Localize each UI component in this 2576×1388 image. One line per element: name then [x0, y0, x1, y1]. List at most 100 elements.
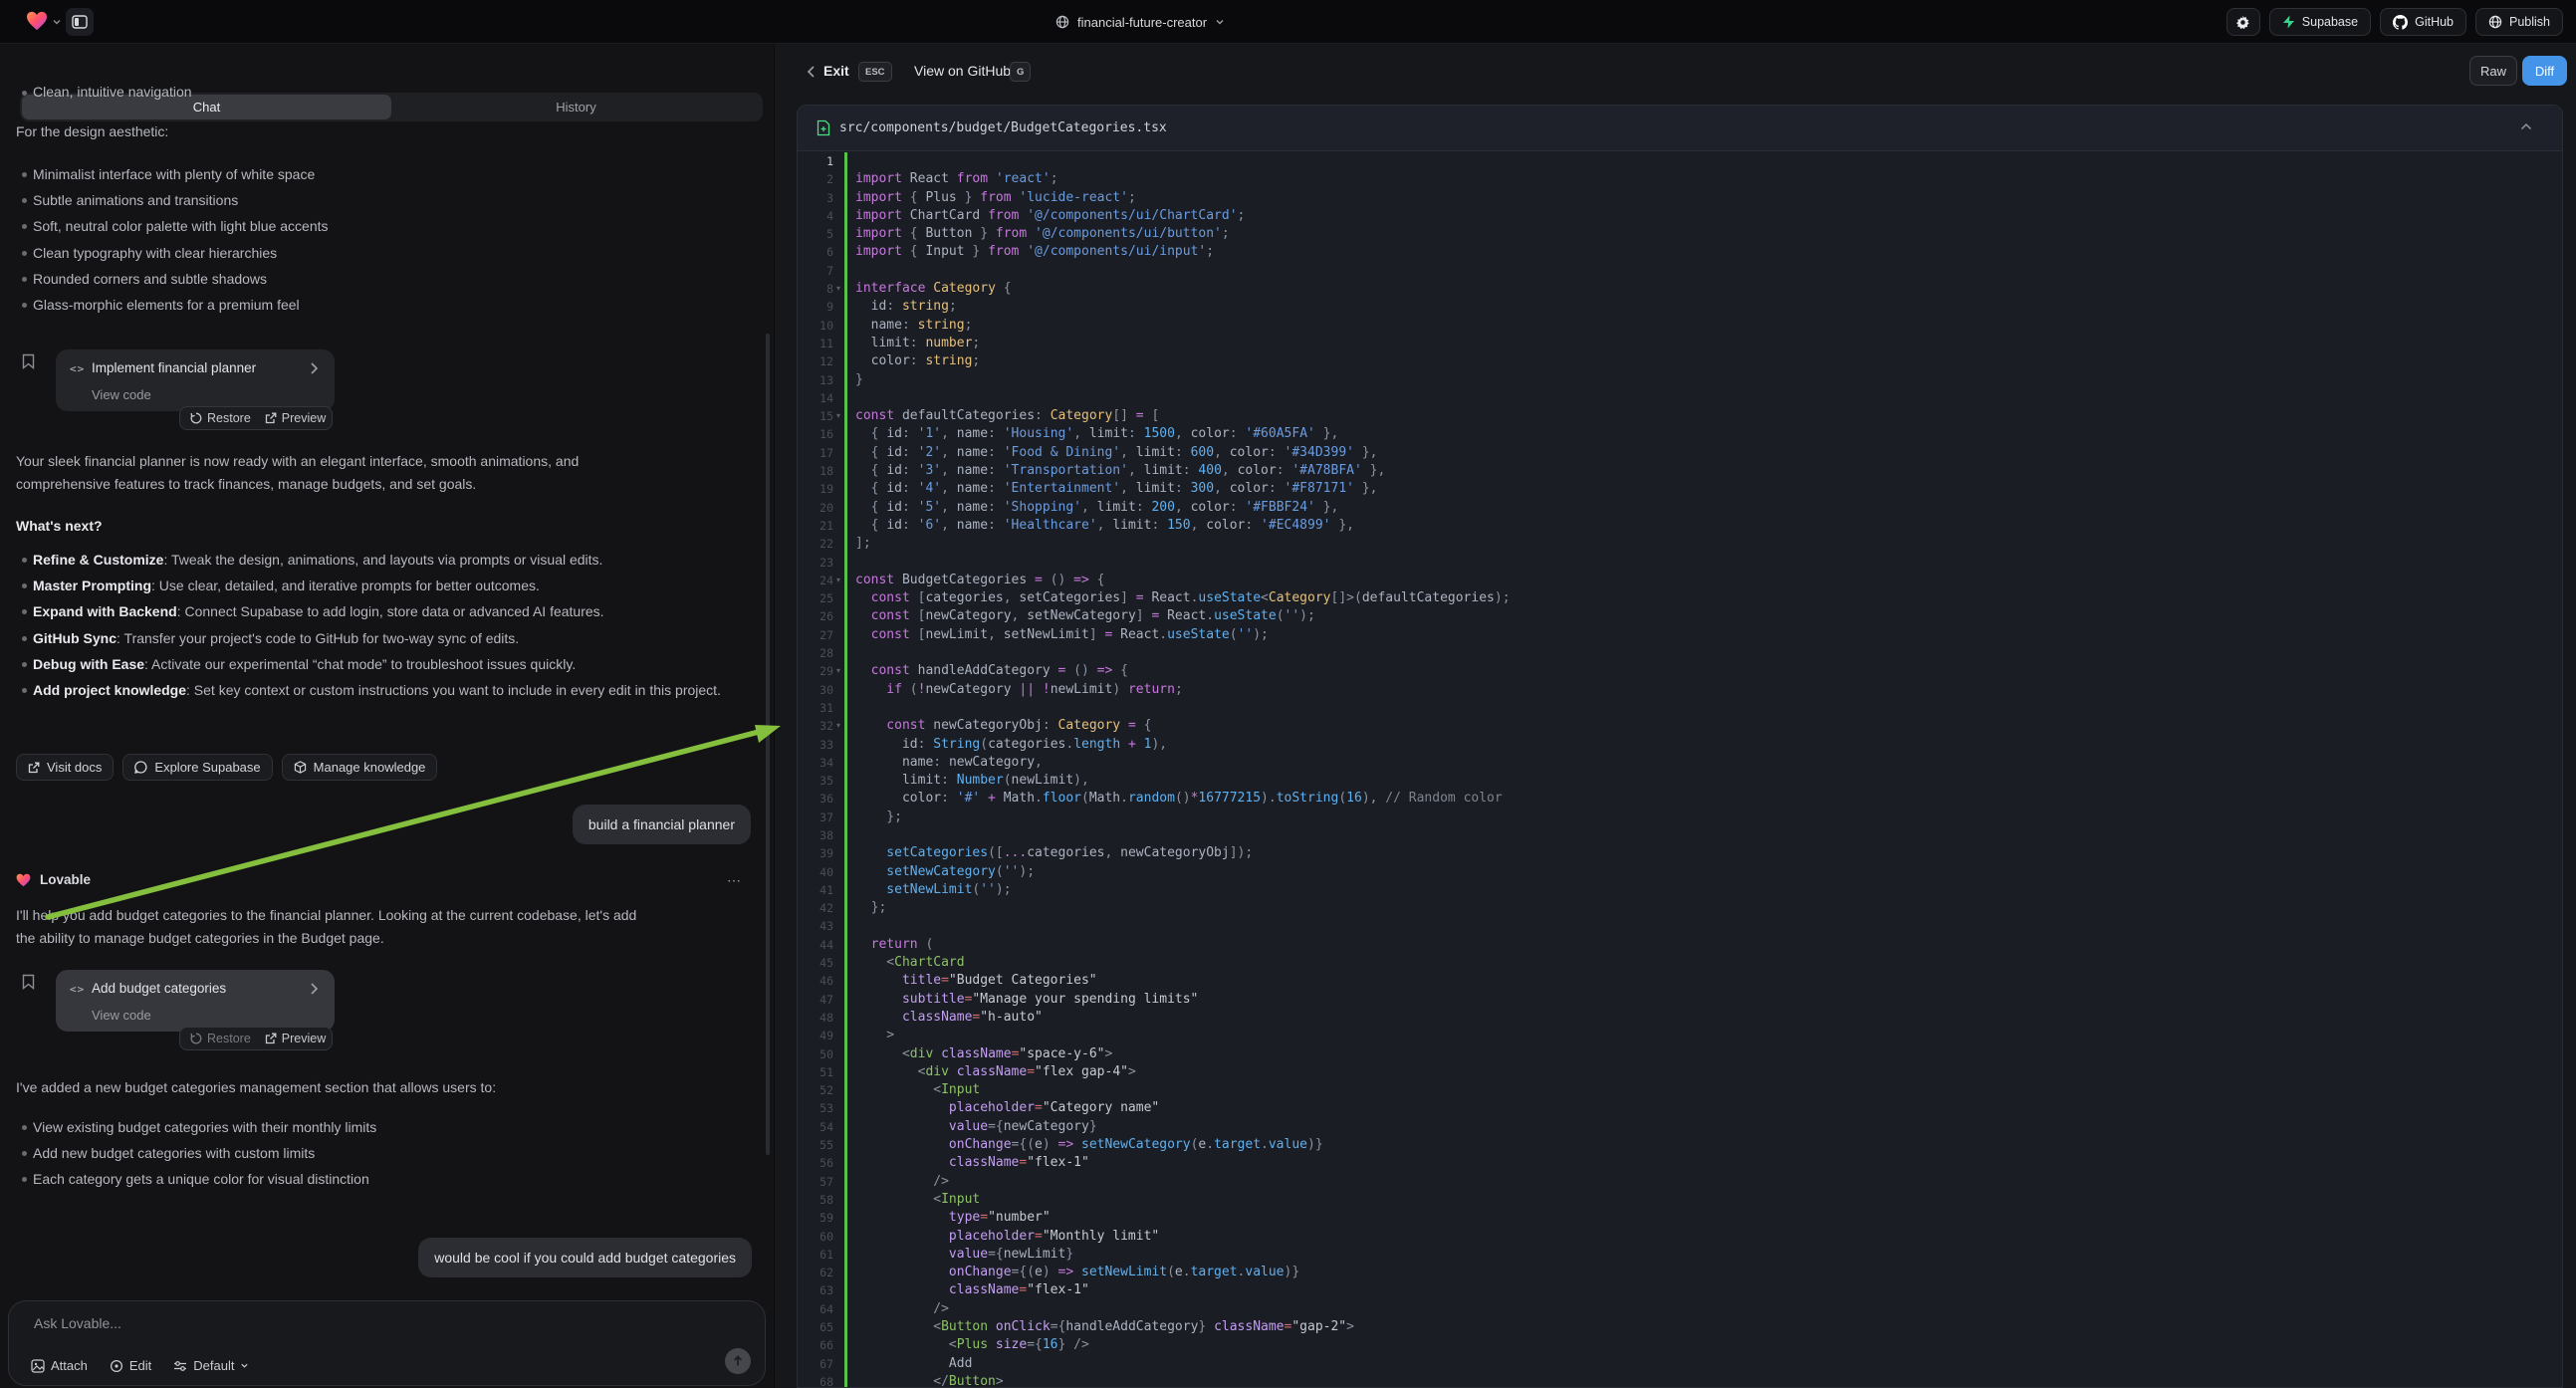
design-bullet-list: Minimalist interface with plenty of whit… — [33, 161, 740, 318]
code-line: value={newLimit} — [855, 1246, 2562, 1264]
send-button[interactable] — [725, 1348, 751, 1374]
code-brackets-icon: <> — [70, 983, 85, 996]
code-line: color: '#' + Math.floor(Math.random()*16… — [855, 790, 2562, 808]
fold-chevron-icon[interactable]: ▾ — [836, 284, 840, 293]
chevron-right-icon — [310, 982, 319, 996]
line-number: 46 — [798, 972, 833, 990]
diff-toggle-button[interactable]: Diff — [2522, 56, 2567, 86]
code-line: const [newLimit, setNewLimit] = React.us… — [855, 626, 2562, 644]
bookmark-icon[interactable] — [22, 353, 35, 369]
chevron-right-icon — [310, 361, 319, 375]
supabase-label: Supabase — [2302, 15, 2358, 29]
line-number: 27 — [798, 626, 833, 644]
assistant-paragraph: Your sleek financial planner is now read… — [16, 450, 579, 496]
code-line: { id: '2', name: 'Food & Dining', limit:… — [855, 444, 2562, 462]
code-line: /> — [855, 1300, 2562, 1318]
whats-next-list: Refine & Customize: Tweak the design, an… — [33, 547, 740, 703]
fold-chevron-icon[interactable]: ▾ — [836, 721, 840, 730]
restore-button[interactable]: Restore — [190, 1032, 251, 1045]
bullet-dot — [22, 91, 27, 96]
message-menu-button[interactable]: ⋯ — [727, 872, 742, 889]
attach-button[interactable]: Attach — [31, 1358, 88, 1373]
logo-chevron-down-icon[interactable] — [52, 17, 62, 27]
preview-button[interactable]: Preview — [265, 411, 326, 425]
exit-button[interactable]: Exit — [823, 63, 849, 79]
collapse-chevron-up-icon[interactable] — [2520, 122, 2532, 130]
line-number: 23 — [798, 554, 833, 572]
code-line: limit: Number(newLimit), — [855, 772, 2562, 790]
line-number: 58 — [798, 1191, 833, 1209]
code-line: <Input — [855, 1081, 2562, 1099]
code-line: import { Button } from '@/components/ui/… — [855, 225, 2562, 243]
manage-knowledge-button[interactable]: Manage knowledge — [282, 754, 438, 781]
chevron-left-icon[interactable] — [807, 65, 816, 79]
bookmark-icon[interactable] — [22, 974, 35, 990]
code-line: > — [855, 1027, 2562, 1044]
chat-composer[interactable]: Ask Lovable... Attach Edit — [8, 1300, 766, 1386]
top-bar: financial-future-creator Supabase GitHub — [0, 0, 2576, 44]
bullet-item: Clean typography with clear hierarchies — [33, 240, 740, 266]
code-line: <Button onClick={handleAddCategory} clas… — [855, 1318, 2562, 1336]
fold-chevron-icon[interactable]: ▾ — [836, 411, 840, 420]
assistant-header: Lovable — [16, 872, 91, 887]
lovable-logo-icon[interactable] — [26, 11, 48, 31]
line-number: 66 — [798, 1336, 833, 1354]
code-line: const BudgetCategories = () => { — [855, 572, 2562, 589]
line-number: 15 — [798, 407, 833, 425]
code-line: /> — [855, 1173, 2562, 1191]
code-line — [855, 554, 2562, 572]
code-file-card: src/components/budget/BudgetCategories.t… — [797, 105, 2563, 1388]
bullet-item: Glass-morphic elements for a premium fee… — [33, 292, 740, 318]
tab-history[interactable]: History — [391, 95, 761, 119]
line-number: 68 — [798, 1373, 833, 1388]
line-number: 17 — [798, 444, 833, 462]
mode-selector[interactable]: Default — [173, 1358, 249, 1373]
line-number: 19 — [798, 480, 833, 498]
settings-button[interactable] — [2226, 8, 2260, 36]
line-number: 4 — [798, 207, 833, 225]
line-number: 35 — [798, 772, 833, 790]
code-line: <div className="space-y-6"> — [855, 1045, 2562, 1063]
line-number: 10 — [798, 317, 833, 335]
restore-button[interactable]: Restore — [190, 411, 251, 425]
explore-supabase-button[interactable]: Explore Supabase — [122, 754, 272, 781]
file-path: src/components/budget/BudgetCategories.t… — [839, 120, 1167, 135]
assistant-name: Lovable — [40, 872, 91, 887]
fold-chevron-icon[interactable]: ▾ — [836, 666, 840, 675]
preview-button[interactable]: Preview — [265, 1032, 326, 1045]
restore-icon — [190, 1033, 202, 1044]
chat-scrollbar[interactable] — [766, 334, 770, 1155]
view-code-link[interactable]: View code — [92, 1008, 151, 1023]
fold-chevron-icon[interactable]: ▾ — [836, 576, 840, 584]
view-on-github-link[interactable]: View on GitHub — [914, 63, 1011, 79]
code-line: setNewCategory(''); — [855, 863, 2562, 881]
code-line: </Button> — [855, 1373, 2562, 1388]
raw-toggle-button[interactable]: Raw — [2469, 56, 2517, 86]
line-number: 67 — [798, 1355, 833, 1373]
github-button[interactable]: GitHub — [2380, 8, 2466, 36]
user-message: build a financial planner — [573, 805, 751, 844]
edit-button[interactable]: Edit — [110, 1358, 151, 1373]
supabase-button[interactable]: Supabase — [2269, 8, 2371, 36]
code-content[interactable]: import React from 'react';import { Plus … — [855, 152, 2562, 1388]
view-code-link[interactable]: View code — [92, 387, 151, 402]
visit-docs-button[interactable]: Visit docs — [16, 754, 114, 781]
project-switcher[interactable]: financial-future-creator — [1055, 0, 1225, 44]
code-line: }; — [855, 809, 2562, 826]
bullet-item: Add new budget categories with custom li… — [33, 1140, 740, 1166]
publish-button[interactable]: Publish — [2475, 8, 2563, 36]
version-card-add-budget-categories[interactable]: <> Add budget categories View code — [56, 970, 335, 1032]
code-line: const newCategoryObj: Category = { — [855, 717, 2562, 735]
composer-input[interactable]: Ask Lovable... — [34, 1315, 121, 1331]
code-line: const handleAddCategory = () => { — [855, 662, 2562, 680]
code-line: import { Input } from '@/components/ui/i… — [855, 243, 2562, 261]
toggle-sidebar-button[interactable] — [66, 8, 94, 36]
code-line: title="Budget Categories" — [855, 972, 2562, 990]
version-card-implement-financial-planner[interactable]: <> Implement financial planner View code — [56, 349, 335, 411]
file-path-bar[interactable]: src/components/budget/BudgetCategories.t… — [798, 106, 2562, 151]
line-number: 25 — [798, 589, 833, 607]
line-number: 59 — [798, 1209, 833, 1227]
code-line: }; — [855, 899, 2562, 917]
code-line — [855, 389, 2562, 407]
line-number: 39 — [798, 844, 833, 862]
